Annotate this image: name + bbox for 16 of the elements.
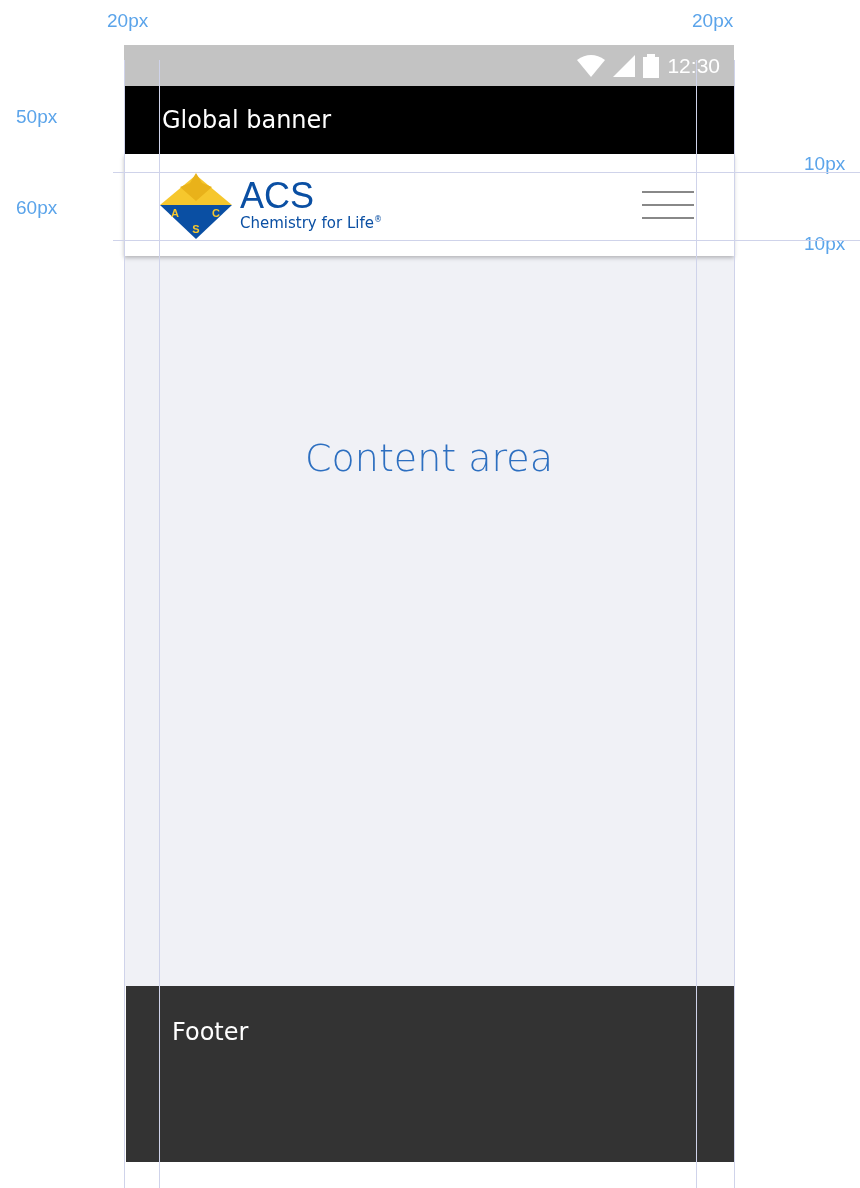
content-label: Content area bbox=[305, 436, 553, 482]
height-annotation: 60px bbox=[16, 197, 58, 219]
menu-icon[interactable] bbox=[642, 191, 694, 219]
logo-emblem-drawing: A C S bbox=[160, 171, 232, 239]
signal-icon bbox=[613, 54, 636, 77]
status-time: 12:30 bbox=[667, 53, 720, 78]
height-annotation: 50px bbox=[16, 106, 58, 128]
wifi-icon bbox=[577, 54, 606, 77]
padding-annotation: 10px bbox=[804, 153, 847, 175]
battery-icon bbox=[643, 53, 660, 78]
footer-label: Footer bbox=[172, 1018, 249, 1046]
logo-wordmark: ACS bbox=[240, 178, 316, 214]
margin-annotation: 20px bbox=[692, 10, 734, 32]
margin-annotation: 20px bbox=[107, 10, 149, 32]
logo-tagline: Chemistry for Life$^{®}$ bbox=[240, 214, 382, 232]
banner-label: Global banner bbox=[162, 106, 332, 134]
